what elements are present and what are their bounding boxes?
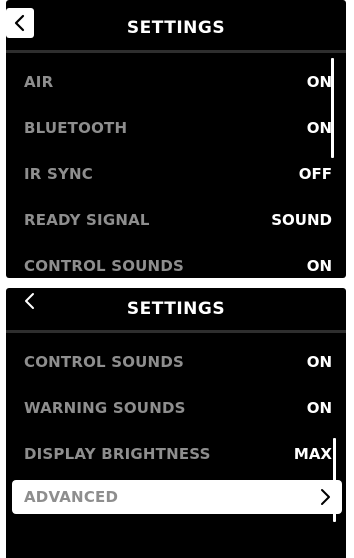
settings-row-ready-signal[interactable]: READY SIGNAL SOUND bbox=[6, 198, 346, 242]
row-label: DISPLAY BRIGHTNESS bbox=[24, 445, 211, 463]
settings-row-ir-sync[interactable]: IR SYNC OFF bbox=[6, 152, 346, 196]
row-value: ON bbox=[306, 73, 332, 91]
scrollbar[interactable] bbox=[331, 58, 334, 158]
row-value: ON bbox=[306, 399, 332, 417]
row-value: ON bbox=[306, 257, 332, 275]
settings-screen-top: SETTINGS AIR ON BLUETOOTH ON IR SYNC OFF… bbox=[6, 0, 346, 278]
settings-row-display-brightness[interactable]: DISPLAY BRIGHTNESS MAX bbox=[6, 432, 346, 476]
header-divider bbox=[6, 50, 346, 53]
settings-row-control-sounds[interactable]: CONTROL SOUNDS ON bbox=[6, 340, 346, 384]
settings-screen-bottom: SETTINGS CONTROL SOUNDS ON WARNING SOUND… bbox=[6, 288, 346, 558]
row-value: OFF bbox=[298, 165, 332, 183]
header-divider bbox=[6, 330, 346, 333]
header: SETTINGS bbox=[6, 0, 346, 50]
scrollbar[interactable] bbox=[333, 438, 336, 522]
settings-row-bluetooth[interactable]: BLUETOOTH ON bbox=[6, 106, 346, 150]
row-label: WARNING SOUNDS bbox=[24, 399, 186, 417]
row-value: MAX bbox=[293, 445, 332, 463]
settings-row-advanced[interactable]: ADVANCED bbox=[12, 480, 342, 514]
row-label: IR SYNC bbox=[24, 165, 93, 183]
row-label: CONTROL SOUNDS bbox=[24, 353, 184, 371]
row-value: ON bbox=[306, 353, 332, 371]
row-label: AIR bbox=[24, 73, 54, 91]
page-title: SETTINGS bbox=[126, 299, 226, 319]
row-label: CONTROL SOUNDS bbox=[24, 257, 184, 275]
row-label: ADVANCED bbox=[24, 488, 119, 506]
settings-row-air[interactable]: AIR ON bbox=[6, 60, 346, 104]
row-value: ON bbox=[306, 119, 332, 137]
chevron-right-icon bbox=[318, 487, 332, 511]
settings-row-warning-sounds[interactable]: WARNING SOUNDS ON bbox=[6, 386, 346, 430]
row-label: READY SIGNAL bbox=[24, 211, 150, 229]
page-title: SETTINGS bbox=[126, 18, 226, 38]
settings-row-control-sounds[interactable]: CONTROL SOUNDS ON bbox=[6, 244, 346, 278]
row-label: BLUETOOTH bbox=[24, 119, 128, 137]
row-value: SOUND bbox=[271, 211, 332, 229]
